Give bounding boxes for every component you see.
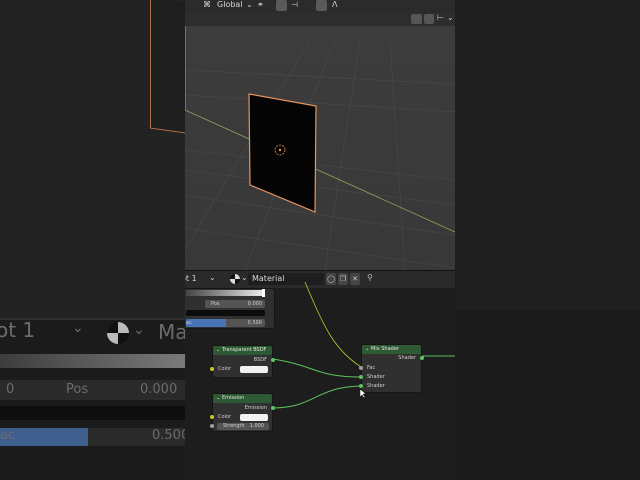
shader-input-label-1: Shader [367,374,385,380]
mix-shader-output-socket[interactable] [420,356,424,360]
transparent-bsdf-title: Transparent BSDF [222,347,267,353]
emission-title: Emission [222,395,245,401]
background-color-swatch [0,406,185,420]
mouse-cursor [360,389,367,399]
color-stop-marker[interactable] [262,289,265,297]
color-input-label: Color [218,366,232,372]
mix-shader-title: Mix Shader [371,346,399,352]
pos-value: 0.000 [247,301,262,307]
background-pos-number: 0.000 [140,382,178,397]
strength-input-socket[interactable] [210,424,214,428]
color-ramp-node[interactable]: Pos 0.000 ac 0.500 [185,288,275,329]
strength-field[interactable]: Strength 1.000 [217,423,269,430]
background-material-icon [107,322,129,344]
transform-orientation-select[interactable]: Global [217,0,243,9]
bookmark-icon[interactable] [424,14,434,24]
blender-window: ⌘ Global ⌄ ⚭ ⊣ Λ ⊢ ⌄ ot 1 ⌄ ⌄ Material ◯ [185,0,455,480]
viewport-scene [185,0,455,270]
transform-orientation-chevron-icon[interactable]: ⌄ [246,0,253,9]
background-zoom-right [455,0,640,480]
emission-header[interactable]: ⌄ Emission [213,394,272,403]
mix-shader-node[interactable]: ⌄ Mix Shader Shader Fac Shader Shader [359,344,424,393]
background-material-label: Ma [158,320,185,344]
strength-value: 1.000 [249,423,264,429]
bsdf-link [271,358,362,378]
transparent-color-swatch[interactable] [240,366,268,373]
emission-color-swatch[interactable] [240,414,268,421]
fac-slider[interactable]: ac 0.500 [186,319,265,327]
fac-input-label: Fac [367,365,376,371]
collapse-chevron-icon[interactable]: ⌄ [365,345,369,354]
shader-input-socket-1[interactable] [359,375,363,379]
color-ramp-gradient[interactable] [186,290,264,296]
pos-field[interactable]: Pos 0.000 [205,300,265,308]
background-slot-label: ot 1 [0,318,36,342]
color-input-socket[interactable] [210,367,214,371]
proportional-editing-icon[interactable] [316,0,327,11]
viewport-subbar: ⊢ ⌄ [185,12,455,26]
strength-label: Strength [223,423,245,429]
pivot-point-icon[interactable]: ⚭ [257,0,264,9]
emission-color-label: Color [218,414,232,420]
snap-target-icon[interactable]: ⊣ [291,0,298,9]
snap-toggle-icon[interactable] [276,0,287,11]
background-fac-label: ac [0,428,16,443]
mix-shader-output-label: Shader [398,355,416,361]
bsdf-output-socket[interactable] [271,358,275,362]
background-fac-value: 0.500 [152,428,185,443]
background-zoom-left: ot 1 ⌄ ⌄ Ma 0 Pos 0.000 ac 0.500 [0,0,185,480]
gizmo-toggle-icon[interactable]: ⊢ [437,13,444,22]
transform-orientation-icon[interactable]: ⌘ [203,0,211,9]
viewport-header: ⌘ Global ⌄ ⚭ ⊣ Λ [185,0,455,12]
collapse-chevron-icon[interactable]: ⌄ [216,346,220,355]
shader-input-socket-2[interactable] [359,384,363,388]
ramp-color-swatch[interactable] [186,310,265,316]
background-pos-label: Pos [66,382,89,397]
shader-input-label-2: Shader [367,383,385,389]
background-slot-dropdown: ⌄ [72,320,84,336]
transparent-bsdf-header[interactable]: ⌄ Transparent BSDF [213,346,272,355]
background-pos-value: 0 [6,382,15,397]
falloff-icon[interactable]: Λ [332,0,337,9]
overlays-toggle-icon[interactable] [411,14,422,24]
transparent-bsdf-node[interactable]: ⌄ Transparent BSDF BSDF Color [210,345,275,378]
emission-link [271,385,362,409]
emission-output-socket[interactable] [271,406,275,410]
viewport-options-chevron-icon[interactable]: ⌄ [447,13,454,22]
background-color-ramp-bar [0,354,185,368]
background-material-icon-chevron: ⌄ [133,322,145,338]
fac-label: ac [186,320,192,326]
shader-node-editor[interactable]: ot 1 ⌄ ⌄ Material ◯ ❐ ✕ ⚲ Pos 0.000 [185,270,455,480]
3d-viewport[interactable]: ⌘ Global ⌄ ⚭ ⊣ Λ ⊢ ⌄ [185,0,455,270]
fac-value: 0.500 [247,320,262,326]
emission-node[interactable]: ⌄ Emission Emission Color Strength 1.000 [210,393,275,432]
emission-color-input-socket[interactable] [210,415,214,419]
collapse-chevron-icon[interactable]: ⌄ [216,394,220,403]
emission-output-label: Emission [244,405,267,411]
mix-shader-header[interactable]: ⌄ Mix Shader [362,345,421,354]
fac-input-socket[interactable] [359,366,363,370]
fac-link [304,281,362,368]
pos-label: Pos [211,301,220,307]
bsdf-output-label: BSDF [253,357,267,363]
